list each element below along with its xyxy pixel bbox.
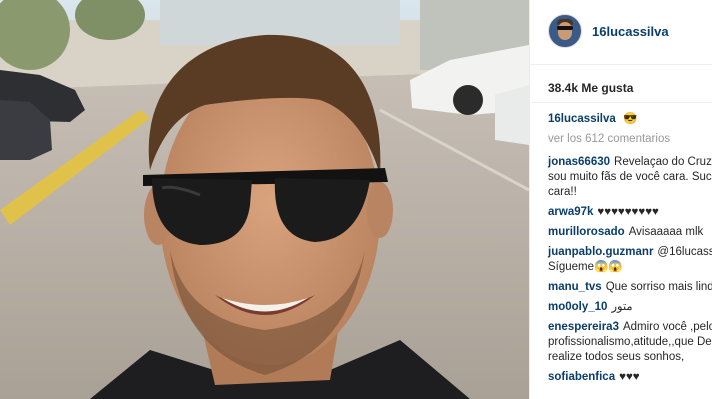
comment-username[interactable]: arwa97k bbox=[548, 206, 593, 218]
view-all-comments-link[interactable]: ver los 612 comentarios bbox=[548, 132, 712, 147]
header-divider bbox=[530, 64, 712, 65]
avatar-glasses bbox=[557, 26, 573, 30]
comment-username[interactable]: mo0oly_10 bbox=[548, 301, 607, 313]
caption-text: 😎 bbox=[622, 113, 638, 125]
comment-username[interactable]: murillorosado bbox=[548, 226, 625, 238]
avatar-face bbox=[558, 22, 572, 40]
comment-text: Que sorriso mais lindo bbox=[605, 281, 712, 293]
comment-text: Avisaaaaa mlk bbox=[628, 226, 704, 238]
post-photo[interactable] bbox=[0, 0, 529, 399]
comment-item: murillorosado Avisaaaaa mlk bbox=[548, 225, 712, 240]
caption: 16lucassilva 😎 bbox=[548, 112, 712, 127]
header-username[interactable]: 16lucassilva bbox=[592, 24, 669, 39]
comment-text: متور bbox=[611, 301, 633, 313]
comment-username[interactable]: juanpablo.guzmanr bbox=[548, 246, 653, 258]
post-header: 16lucassilva bbox=[548, 14, 669, 48]
likes-divider bbox=[530, 102, 712, 103]
comment-text: ♥♥♥ bbox=[619, 371, 640, 383]
comment-username[interactable]: enespereira3 bbox=[548, 321, 619, 333]
comment-username[interactable]: manu_tvs bbox=[548, 281, 602, 293]
comment-item: sofiabenfica ♥♥♥ bbox=[548, 370, 712, 385]
comment-text: ♥♥♥♥♥♥♥♥♥ bbox=[597, 206, 659, 218]
comment-item: arwa97k ♥♥♥♥♥♥♥♥♥ bbox=[548, 205, 712, 220]
likes-count[interactable]: 38.4k Me gusta bbox=[548, 81, 633, 95]
comments-list: 16lucassilva 😎 ver los 612 comentarios j… bbox=[548, 112, 712, 390]
comment-item: enespereira3Admiro você ,pelo seu profis… bbox=[548, 320, 712, 365]
comment-item: jonas66630Revelaçao do Cruzeiro, sou mui… bbox=[548, 155, 712, 200]
comment-username[interactable]: jonas66630 bbox=[548, 156, 610, 168]
caption-username[interactable]: 16lucassilva bbox=[548, 113, 616, 125]
comment-item: juanpablo.guzmanr@16lucassilva Sígueme😱😱 bbox=[548, 245, 712, 275]
comment-username[interactable]: sofiabenfica bbox=[548, 371, 615, 383]
comment-item: mo0oly_10 متور bbox=[548, 300, 712, 315]
post-sidebar: 16lucassilva 38.4k Me gusta 16lucassilva… bbox=[529, 0, 712, 399]
selfie-image bbox=[0, 0, 529, 399]
avatar[interactable] bbox=[548, 14, 582, 48]
comment-item: manu_tvs Que sorriso mais lindo bbox=[548, 280, 712, 295]
